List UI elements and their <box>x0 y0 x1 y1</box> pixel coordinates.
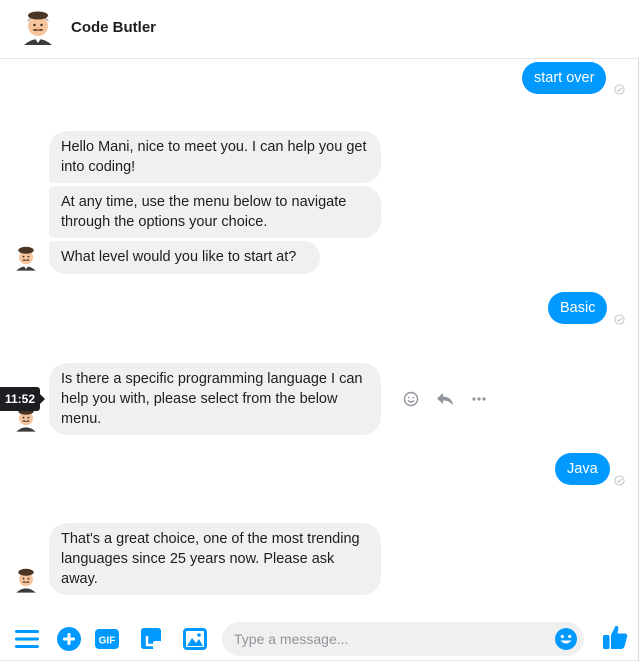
emoji-icon <box>403 391 419 407</box>
message-incoming[interactable]: That's a great choice, one of the most t… <box>49 523 381 595</box>
message-outgoing[interactable]: start over <box>522 62 607 94</box>
plus-icon[interactable] <box>56 626 82 652</box>
butler-avatar-icon[interactable] <box>12 566 40 594</box>
more-button[interactable] <box>462 390 496 408</box>
seen-check-icon <box>614 475 625 486</box>
more-icon <box>472 397 486 401</box>
reply-icon <box>437 393 453 405</box>
timestamp-tooltip: 11:52 <box>0 387 45 411</box>
message-input-wrapper <box>222 622 584 656</box>
message-outgoing[interactable]: Java <box>555 453 610 485</box>
emoji-icon[interactable] <box>554 627 578 651</box>
like-icon[interactable] <box>601 623 629 651</box>
react-button[interactable] <box>394 390 428 408</box>
butler-avatar-icon[interactable] <box>12 244 40 272</box>
message-incoming[interactable]: Hello Mani, nice to meet you. I can help… <box>49 131 381 183</box>
message-actions <box>394 390 496 408</box>
seen-check-icon <box>614 84 625 95</box>
seen-check-icon <box>614 314 625 325</box>
gif-icon[interactable]: GIF <box>94 626 120 652</box>
message-outgoing[interactable]: Basic <box>548 292 608 324</box>
message-incoming[interactable]: Is there a specific programming language… <box>49 363 381 435</box>
menu-icon[interactable] <box>14 626 40 652</box>
message-incoming[interactable]: At any time, use the menu below to navig… <box>49 186 381 238</box>
message-incoming[interactable]: What level would you like to start at? <box>49 241 320 274</box>
image-icon[interactable] <box>182 626 208 652</box>
reply-button[interactable] <box>428 390 462 408</box>
message-input[interactable] <box>234 622 544 656</box>
sticker-icon[interactable] <box>138 626 164 652</box>
chat-header: Code Butler <box>0 0 639 59</box>
svg-text:GIF: GIF <box>99 636 116 647</box>
chat-title: Code Butler <box>71 19 157 36</box>
butler-avatar-icon[interactable] <box>18 7 58 47</box>
